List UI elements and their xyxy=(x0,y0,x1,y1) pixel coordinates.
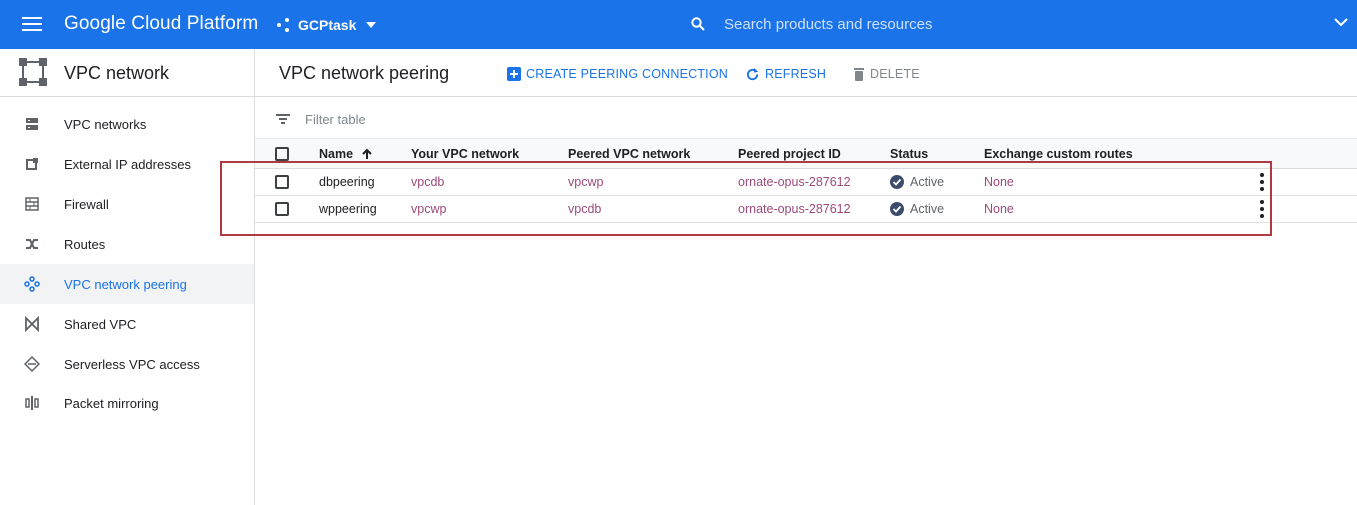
column-header-actions xyxy=(1167,138,1357,169)
filter-bar: Filter table xyxy=(255,105,1357,137)
search-input[interactable]: Search products and resources xyxy=(690,10,1330,38)
create-peering-connection-button[interactable]: CREATE PEERING CONNECTION xyxy=(507,66,728,82)
table-row: wppeering vpcwp vpcdb ornate-opus-287612… xyxy=(255,195,1357,223)
project-name: GCPtask xyxy=(298,17,357,33)
chevron-down-icon xyxy=(366,22,377,28)
sidebar-item-label: External IP addresses xyxy=(64,156,191,172)
column-header-your-vpc[interactable]: Your VPC network xyxy=(411,138,568,169)
row-select-cell xyxy=(255,168,319,196)
brand-title[interactable]: Google Cloud Platform xyxy=(64,13,258,35)
project-id-link[interactable]: ornate-opus-287612 xyxy=(738,202,851,216)
sidebar-item-label: Packet mirroring xyxy=(64,395,159,411)
peered-vpc-link[interactable]: vpcdb xyxy=(568,202,601,216)
refresh-button-label: REFRESH xyxy=(765,67,827,81)
row-select-cell xyxy=(255,195,319,223)
create-button-label: CREATE PEERING CONNECTION xyxy=(526,67,729,81)
packet-mirroring-icon xyxy=(25,396,39,410)
select-all-cell xyxy=(255,138,319,169)
delete-button-label: DELETE xyxy=(870,67,920,81)
row-actions-more-icon[interactable] xyxy=(1252,172,1272,192)
sidebar-item-serverless-vpc-access[interactable]: Serverless VPC access xyxy=(0,344,254,384)
sidebar-item-routes[interactable]: Routes xyxy=(0,224,254,264)
sidebar-header: VPC network xyxy=(0,49,254,97)
sidebar-item-vpc-networks[interactable]: VPC networks xyxy=(0,104,254,144)
row-checkbox[interactable] xyxy=(275,202,289,216)
main-menu-icon[interactable] xyxy=(22,15,42,33)
serverless-icon xyxy=(24,356,40,372)
sidebar-item-firewall[interactable]: Firewall xyxy=(0,184,254,224)
sidebar-item-label: Shared VPC xyxy=(64,316,137,332)
column-header-label: Name xyxy=(319,146,354,161)
project-hierarchy-icon xyxy=(276,17,292,33)
sort-arrow-up-icon xyxy=(362,148,372,160)
peered-vpc-link[interactable]: vpcwp xyxy=(568,175,603,189)
routes-icon xyxy=(26,239,38,249)
column-header-peered-vpc[interactable]: Peered VPC network xyxy=(568,138,738,169)
shared-vpc-icon xyxy=(25,316,39,332)
row-checkbox[interactable] xyxy=(275,175,289,189)
status-badge: Active xyxy=(890,175,984,189)
table-row: dbpeering vpcdb vpcwp ornate-opus-287612… xyxy=(255,168,1357,196)
your-vpc-link[interactable]: vpcwp xyxy=(411,202,446,216)
refresh-button[interactable]: REFRESH xyxy=(745,66,826,82)
sidebar-item-label: Firewall xyxy=(64,196,109,212)
check-circle-icon xyxy=(890,175,904,189)
column-header-exchange-routes[interactable]: Exchange custom routes xyxy=(984,138,1167,169)
row-actions-more-icon[interactable] xyxy=(1252,199,1272,219)
row-name[interactable]: wppeering xyxy=(319,195,411,223)
add-box-icon xyxy=(507,67,521,81)
external-ip-icon xyxy=(26,158,38,170)
column-header-status[interactable]: Status xyxy=(890,138,984,169)
sidebar-item-label: Routes xyxy=(64,236,106,252)
exchange-routes-value: None xyxy=(984,202,1014,216)
status-badge: Active xyxy=(890,202,984,216)
expand-chevron-icon[interactable] xyxy=(1333,16,1349,28)
column-header-project-id[interactable]: Peered project ID xyxy=(738,138,890,169)
sidebar-item-label: VPC network peering xyxy=(64,276,187,292)
status-text: Active xyxy=(910,202,945,216)
exchange-routes-value: None xyxy=(984,175,1014,189)
filter-list-icon[interactable] xyxy=(276,113,290,125)
sidebar-item-packet-mirroring[interactable]: Packet mirroring xyxy=(0,383,254,423)
table-header-row: Name Your VPC network Peered VPC network… xyxy=(255,138,1357,169)
sidebar-item-vpc-network-peering[interactable]: VPC network peering xyxy=(0,264,254,304)
page-header: VPC network peering CREATE PEERING CONNE… xyxy=(255,49,1357,97)
top-app-bar: Google Cloud Platform GCPtask Search pro… xyxy=(0,0,1357,49)
vpc-networks-icon xyxy=(26,118,38,130)
delete-button[interactable]: DELETE xyxy=(853,66,920,82)
peering-table: Name Your VPC network Peered VPC network… xyxy=(255,138,1357,223)
check-circle-icon xyxy=(890,202,904,216)
sidebar-item-external-ip[interactable]: External IP addresses xyxy=(0,144,254,184)
sidebar: VPC network VPC networks External IP add… xyxy=(0,49,255,505)
row-name[interactable]: dbpeering xyxy=(319,168,411,196)
sidebar-item-shared-vpc[interactable]: Shared VPC xyxy=(0,304,254,344)
product-title: VPC network xyxy=(64,63,170,83)
firewall-icon xyxy=(25,197,39,211)
page-title: VPC network peering xyxy=(279,63,450,83)
select-all-checkbox[interactable] xyxy=(275,146,289,161)
project-selector[interactable]: GCPtask xyxy=(276,15,377,35)
peering-icon xyxy=(24,276,40,292)
search-placeholder: Search products and resources xyxy=(724,15,933,33)
sidebar-item-label: VPC networks xyxy=(64,116,147,132)
project-id-link[interactable]: ornate-opus-287612 xyxy=(738,175,851,189)
your-vpc-link[interactable]: vpcdb xyxy=(411,175,444,189)
search-icon xyxy=(691,17,705,31)
sidebar-item-label: Serverless VPC access xyxy=(64,356,200,372)
trash-icon xyxy=(854,68,864,81)
refresh-icon xyxy=(746,67,759,80)
vpc-network-logo-icon xyxy=(19,58,47,86)
main-content: VPC network peering CREATE PEERING CONNE… xyxy=(255,49,1357,505)
column-header-name[interactable]: Name xyxy=(319,138,411,169)
filter-table-input[interactable]: Filter table xyxy=(305,112,366,127)
status-text: Active xyxy=(910,175,945,189)
